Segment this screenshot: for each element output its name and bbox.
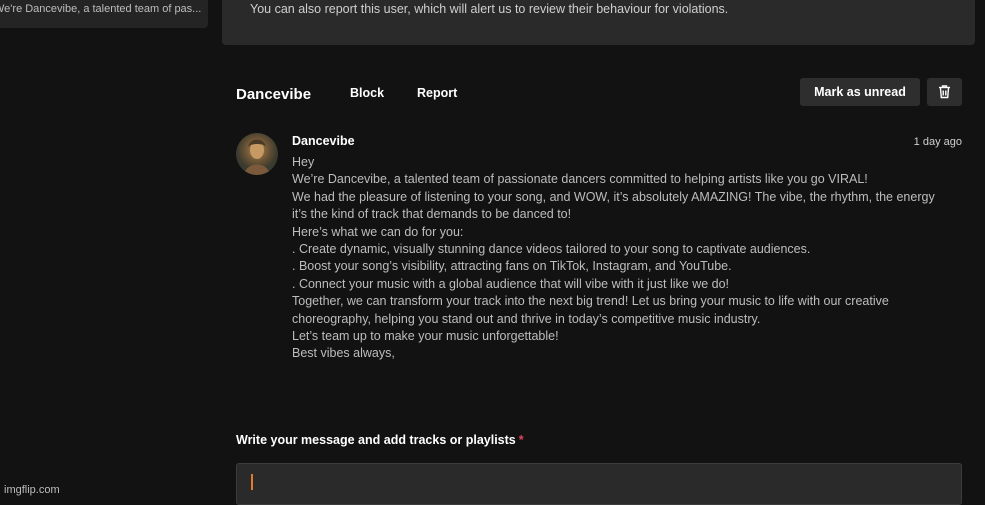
message-line: choreography, helping you stand out and … xyxy=(292,311,761,326)
trash-icon xyxy=(939,85,950,99)
message-line: We’re Dancevibe, a talented team of pass… xyxy=(292,172,868,187)
message-line: it’s the kind of track that demands to b… xyxy=(292,207,572,222)
mark-unread-button[interactable]: Mark as unread xyxy=(800,78,920,106)
message: Dancevibe 1 day ago Hey We’re Dancevibe,… xyxy=(292,134,962,363)
text-caret xyxy=(251,474,253,490)
avatar[interactable] xyxy=(236,133,278,175)
message-line: . Connect your music with a global audie… xyxy=(292,276,730,291)
conversation-preview[interactable]: We're Dancevibe, a talented team of pas.… xyxy=(0,0,208,28)
message-line: . Create dynamic, visually stunning danc… xyxy=(292,242,811,257)
conversation-header: Dancevibe Block Report Mark as unread xyxy=(236,78,962,108)
report-notice: You can also report this user, which wil… xyxy=(222,0,975,45)
watermark: imgflip.com xyxy=(4,484,60,496)
report-notice-text: You can also report this user, which wil… xyxy=(250,2,729,16)
message-line: Hey xyxy=(292,155,315,169)
message-line: Together, we can transform your track in… xyxy=(292,294,889,309)
message-line: . Boost your song’s visibility, attracti… xyxy=(292,259,732,274)
delete-conversation-button[interactable] xyxy=(927,78,962,106)
conversation-preview-text: We're Dancevibe, a talented team of pas.… xyxy=(0,3,202,15)
message-sender: Dancevibe xyxy=(292,134,355,148)
message-line: Best vibes always, xyxy=(292,346,395,361)
block-button[interactable]: Block xyxy=(350,86,384,100)
message-timestamp: 1 day ago xyxy=(913,136,962,148)
message-line: Here’s what we can do for you: xyxy=(292,224,464,239)
message-body: Hey We’re Dancevibe, a talented team of … xyxy=(292,154,962,363)
conversation-title: Dancevibe xyxy=(236,86,312,103)
report-button[interactable]: Report xyxy=(417,86,457,100)
sender-avatar-image xyxy=(244,139,270,175)
message-line: We had the pleasure of listening to your… xyxy=(292,189,935,204)
compose-label: Write your message and add tracks or pla… xyxy=(236,433,524,447)
message-line: Let’s team up to make your music unforge… xyxy=(292,329,559,344)
required-mark: * xyxy=(518,433,524,447)
compose-label-text: Write your message and add tracks or pla… xyxy=(236,433,516,447)
